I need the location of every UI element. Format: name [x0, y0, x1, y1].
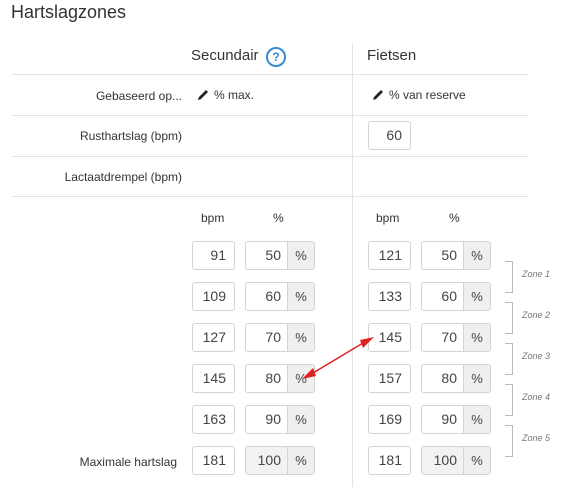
double-arrow-icon — [302, 337, 374, 379]
